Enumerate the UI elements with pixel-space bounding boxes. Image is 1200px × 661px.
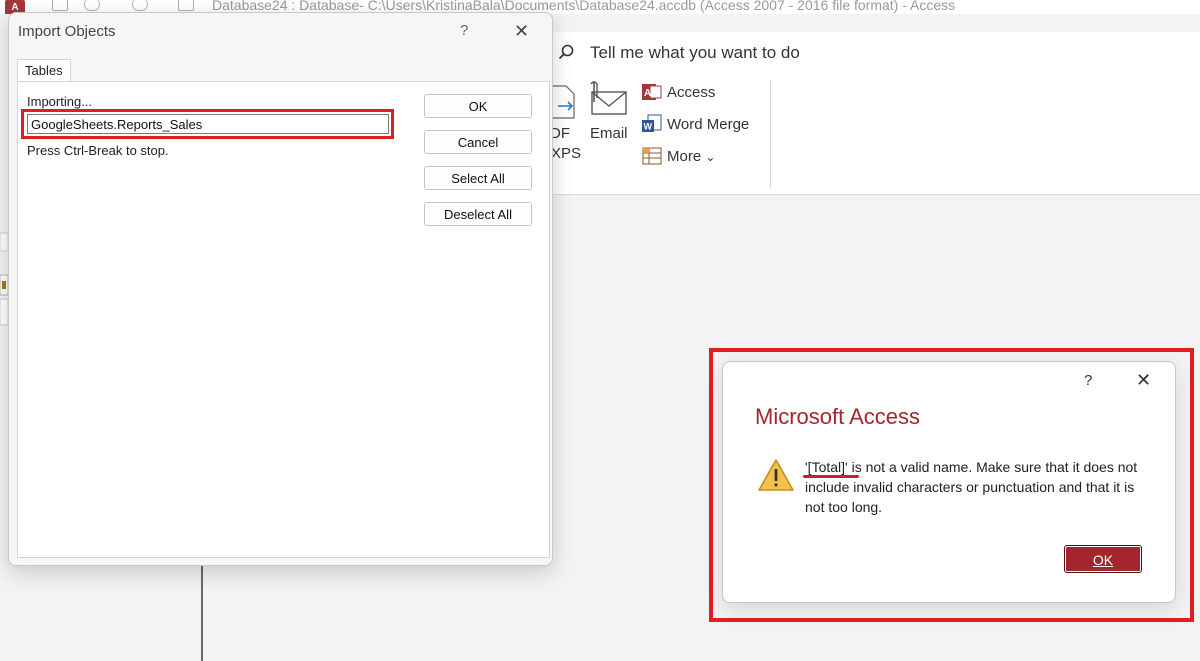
access-label[interactable]: Access xyxy=(667,84,715,101)
redo-icon[interactable] xyxy=(132,0,148,11)
chevron-down-icon: ⌄ xyxy=(705,150,716,164)
customize-qat-icon[interactable] xyxy=(178,0,194,11)
email-icon[interactable] xyxy=(588,80,628,116)
pdf-export-icon[interactable] xyxy=(552,82,578,122)
tab-tables[interactable]: Tables xyxy=(17,59,71,82)
undo-icon[interactable] xyxy=(84,0,100,11)
nav-pane-edge xyxy=(0,232,8,326)
pdf-label[interactable]: DF xyxy=(550,125,570,142)
tell-me-text: Tell me what you want to do xyxy=(590,43,800,62)
help-icon[interactable]: ? xyxy=(1084,372,1092,389)
word-merge-icon[interactable]: W xyxy=(642,114,662,134)
workspace-divider xyxy=(201,565,203,661)
email-label[interactable]: Email xyxy=(590,125,628,142)
search-icon xyxy=(558,44,574,60)
ribbon: DF XPS Email A Access W Word Merge More … xyxy=(550,74,1200,195)
save-icon[interactable] xyxy=(52,0,68,11)
cancel-button[interactable]: Cancel xyxy=(424,130,532,154)
highlight-box-file xyxy=(21,109,394,139)
import-objects-dialog: Import Objects ? ✕ Tables Importing... G… xyxy=(8,12,553,566)
microsoft-access-alert: ? ✕ Microsoft Access '[Total]' is not a … xyxy=(722,361,1176,603)
select-all-button[interactable]: Select All xyxy=(424,166,532,190)
alert-heading: Microsoft Access xyxy=(755,404,921,429)
svg-text:A: A xyxy=(644,88,651,99)
word-merge-label[interactable]: Word Merge xyxy=(667,116,749,133)
more-text: More xyxy=(667,148,702,165)
ok-button[interactable]: OK xyxy=(424,94,532,118)
svg-text:W: W xyxy=(644,122,653,132)
more-label[interactable]: More ⌄ xyxy=(667,148,715,165)
tell-me-bar[interactable]: Tell me what you want to do xyxy=(552,32,1200,74)
ribbon-group-divider xyxy=(770,80,771,188)
close-icon[interactable]: ✕ xyxy=(1136,370,1151,391)
help-icon[interactable]: ? xyxy=(460,22,468,39)
warning-icon xyxy=(758,459,794,491)
dialog-title: Import Objects xyxy=(18,23,116,40)
alert-ok-button[interactable]: OK xyxy=(1064,545,1142,573)
stop-hint: Press Ctrl-Break to stop. xyxy=(27,143,169,158)
error-underline-annotation xyxy=(803,475,859,478)
more-icon[interactable] xyxy=(642,146,662,166)
close-icon[interactable]: ✕ xyxy=(514,21,529,42)
deselect-all-button[interactable]: Deselect All xyxy=(424,202,532,226)
xps-label[interactable]: XPS xyxy=(551,145,581,162)
access-export-icon[interactable]: A xyxy=(642,82,662,102)
alert-message: '[Total]' is not a valid name. Make sure… xyxy=(805,459,1138,515)
importing-label: Importing... xyxy=(27,94,93,109)
